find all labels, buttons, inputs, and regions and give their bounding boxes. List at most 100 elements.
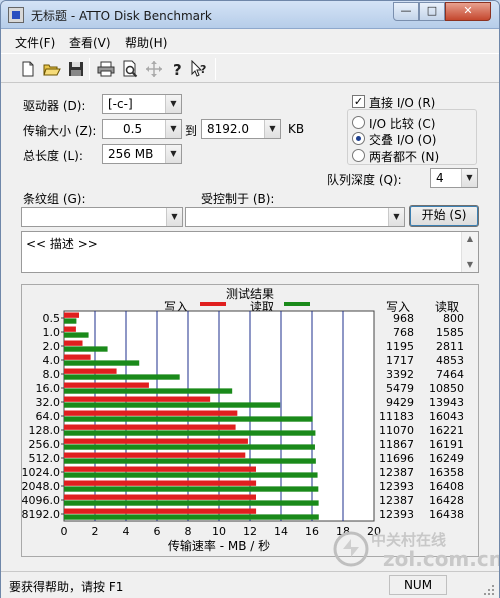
transfer-from-value: 0.5 xyxy=(123,122,143,136)
transfer-from-select[interactable]: 0.5 ▼ xyxy=(102,119,182,139)
chevron-down-icon[interactable]: ▼ xyxy=(165,145,181,163)
read-bar xyxy=(64,374,180,380)
x-tick-label: 14 xyxy=(274,525,288,538)
x-tick-label: 0 xyxy=(61,525,68,538)
toolbar: ? ? xyxy=(1,53,499,83)
write-bar xyxy=(64,424,236,430)
y-tick-label: 16.0 xyxy=(36,382,61,395)
write-bar xyxy=(64,312,80,318)
minimize-button[interactable]: — xyxy=(393,2,419,21)
write-value: 12387 xyxy=(379,494,414,507)
read-value: 2811 xyxy=(436,340,464,353)
io-neither-radio[interactable] xyxy=(352,149,365,162)
menu-help[interactable]: 帮助(H) xyxy=(125,34,167,51)
y-tick-label: 2.0 xyxy=(43,340,61,353)
chevron-down-icon[interactable]: ▼ xyxy=(166,208,182,226)
scroll-up-icon[interactable]: ▲ xyxy=(462,232,478,246)
help-icon[interactable]: ? xyxy=(169,60,187,79)
total-length-label: 总长度 (L): xyxy=(23,149,83,163)
read-bar xyxy=(64,500,319,506)
transfer-to-select[interactable]: 8192.0 ▼ xyxy=(201,119,281,139)
read-value: 1585 xyxy=(436,326,464,339)
print-preview-icon[interactable] xyxy=(121,60,139,78)
legend-write-swatch xyxy=(200,302,226,306)
y-tick-label: 128.0 xyxy=(29,424,61,437)
read-value: 16191 xyxy=(429,438,464,451)
x-axis-label: 传输速率 - MB / 秒 xyxy=(168,538,270,553)
read-bar xyxy=(64,416,313,422)
write-bar xyxy=(64,382,149,388)
write-bar xyxy=(64,410,238,416)
description-scrollbar[interactable]: ▲ ▼ xyxy=(461,232,478,272)
read-value: 16428 xyxy=(429,494,464,507)
y-tick-label: 8192.0 xyxy=(22,508,60,521)
menu-view[interactable]: 查看(V) xyxy=(69,34,111,51)
read-bar xyxy=(64,444,315,450)
status-text: 要获得帮助，请按 F1 xyxy=(9,580,124,594)
read-bar xyxy=(64,318,77,324)
stripe-group-select[interactable]: ▼ xyxy=(21,207,183,227)
io-overlap-radio[interactable] xyxy=(352,132,365,145)
start-button[interactable]: 开始 (S) xyxy=(409,205,479,227)
y-tick-label: 1.0 xyxy=(43,326,61,339)
maximize-button[interactable]: □ xyxy=(419,2,445,21)
write-bar xyxy=(64,396,211,402)
move-icon[interactable] xyxy=(145,60,163,78)
read-value: 13943 xyxy=(429,396,464,409)
status-bar: 要获得帮助，请按 F1 NUM xyxy=(1,571,499,598)
chevron-down-icon[interactable]: ▼ xyxy=(388,208,404,226)
write-value: 12393 xyxy=(379,508,414,521)
io-compare-radio[interactable] xyxy=(352,116,365,129)
print-icon[interactable] xyxy=(97,60,115,78)
chevron-down-icon[interactable]: ▼ xyxy=(165,120,181,138)
description-box[interactable]: << 描述 >> ▲ ▼ xyxy=(21,231,479,273)
read-value: 16358 xyxy=(429,466,464,479)
write-value: 11183 xyxy=(379,410,414,423)
read-bar xyxy=(64,458,316,464)
menu-file[interactable]: 文件(F) xyxy=(15,34,55,51)
transfer-to-label: 到 xyxy=(185,124,198,138)
x-tick-label: 6 xyxy=(154,525,161,538)
y-tick-label: 1024.0 xyxy=(22,466,60,479)
chevron-down-icon[interactable]: ▼ xyxy=(264,120,280,138)
open-folder-icon[interactable] xyxy=(43,60,61,78)
y-tick-label: 4096.0 xyxy=(22,494,60,507)
drive-value: [-c-] xyxy=(108,97,133,111)
read-value: 16438 xyxy=(429,508,464,521)
new-file-icon[interactable] xyxy=(19,60,37,78)
x-tick-label: 8 xyxy=(185,525,192,538)
stripe-group-label: 条纹组 (G): xyxy=(23,192,86,206)
read-value: 16408 xyxy=(429,480,464,493)
read-bar xyxy=(64,430,316,436)
write-bar xyxy=(64,438,248,444)
save-icon[interactable] xyxy=(67,60,85,78)
read-bar xyxy=(64,388,233,394)
io-neither-label: 两者都不 (N) xyxy=(369,150,440,164)
write-value: 968 xyxy=(393,312,414,325)
scroll-down-icon[interactable]: ▼ xyxy=(462,258,478,272)
read-value: 7464 xyxy=(436,368,464,381)
chevron-down-icon[interactable]: ▼ xyxy=(165,95,181,113)
legend-read-swatch xyxy=(284,302,310,306)
write-value: 1717 xyxy=(386,354,414,367)
write-value: 12393 xyxy=(379,480,414,493)
write-bar xyxy=(64,452,246,458)
total-length-select[interactable]: 256 MB ▼ xyxy=(102,144,182,164)
write-bar xyxy=(64,340,83,346)
read-value: 4853 xyxy=(436,354,464,367)
x-tick-label: 18 xyxy=(336,525,350,538)
close-button[interactable]: ✕ xyxy=(445,2,491,21)
transfer-unit: KB xyxy=(288,122,305,136)
drive-select[interactable]: [-c-] ▼ xyxy=(102,94,182,114)
queue-depth-select[interactable]: 4 ▼ xyxy=(430,168,478,188)
chevron-down-icon[interactable]: ▼ xyxy=(461,169,477,187)
direct-io-checkbox[interactable]: ✓ xyxy=(352,95,365,108)
y-tick-label: 512.0 xyxy=(29,452,61,465)
write-bar xyxy=(64,494,256,500)
controlled-by-select[interactable]: ▼ xyxy=(185,207,405,227)
y-tick-label: 32.0 xyxy=(36,396,61,409)
y-tick-label: 2048.0 xyxy=(22,480,60,493)
context-help-icon[interactable]: ? xyxy=(191,59,209,78)
resize-grip-icon[interactable] xyxy=(483,584,495,596)
num-lock-indicator: NUM xyxy=(389,575,447,595)
